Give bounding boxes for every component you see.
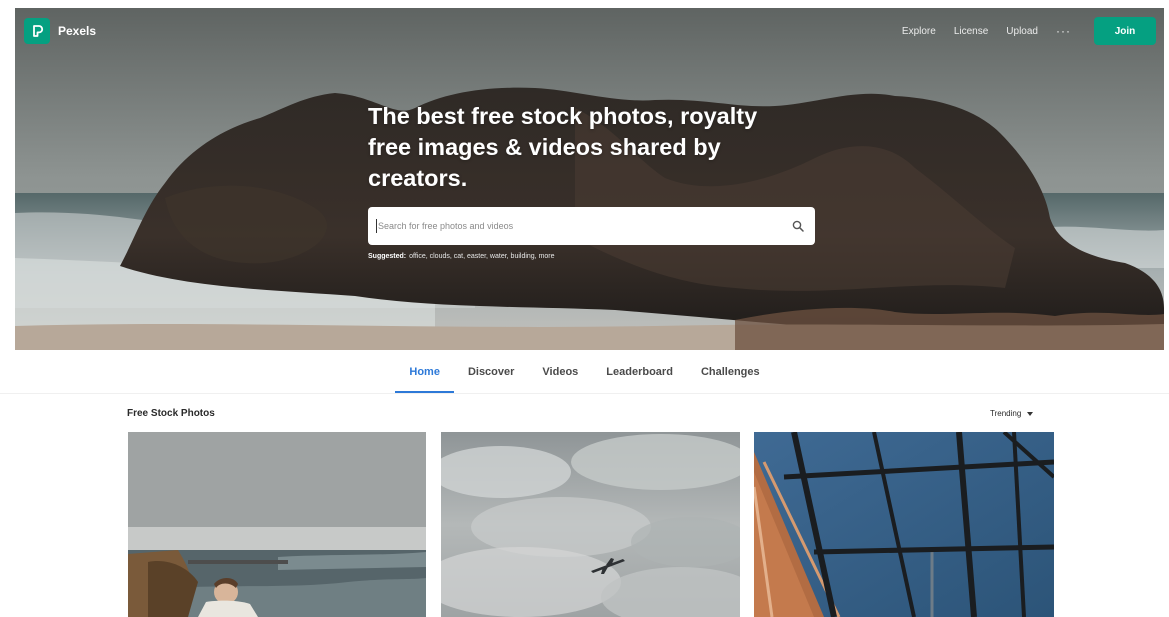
search-bar[interactable] — [368, 207, 815, 245]
brand-logo[interactable]: Pexels — [24, 18, 96, 44]
main-tabs: Home Discover Videos Leaderboard Challen… — [0, 350, 1169, 394]
tab-challenges[interactable]: Challenges — [687, 350, 774, 394]
brand-name: Pexels — [58, 24, 97, 38]
suggested-searches: Suggested: office, clouds, cat, easter, … — [368, 253, 828, 260]
suggested-terms[interactable]: office, clouds, cat, easter, water, buil… — [409, 253, 554, 260]
nav-explore-link[interactable]: Explore — [902, 26, 936, 37]
section-title: Free Stock Photos — [127, 408, 215, 419]
join-button[interactable]: Join — [1094, 17, 1156, 45]
photo-card[interactable] — [128, 432, 426, 617]
search-icon[interactable] — [791, 219, 805, 233]
photo-card[interactable] — [754, 432, 1054, 617]
sort-dropdown-label: Trending — [990, 409, 1022, 418]
top-navigation-bar: Pexels Explore License Upload ··· Join — [15, 8, 1164, 54]
header-nav: Explore License Upload ··· Join — [902, 17, 1156, 45]
hero-banner: Pexels Explore License Upload ··· Join T… — [15, 8, 1164, 350]
nav-license-link[interactable]: License — [954, 26, 988, 37]
tab-videos[interactable]: Videos — [528, 350, 592, 394]
more-menu-button[interactable]: ··· — [1056, 24, 1071, 38]
hero-title: The best free stock photos, royalty free… — [368, 103, 758, 191]
chevron-down-icon — [1027, 411, 1034, 416]
photo-airplane-clouds — [441, 432, 740, 617]
hero-content: The best free stock photos, royalty free… — [368, 101, 828, 260]
text-cursor — [376, 219, 377, 233]
photo-card[interactable] — [441, 432, 740, 617]
search-input[interactable] — [378, 221, 791, 231]
tab-discover[interactable]: Discover — [454, 350, 528, 394]
tabs-divider — [0, 393, 1169, 394]
suggested-label: Suggested: — [368, 253, 407, 260]
tab-leaderboard[interactable]: Leaderboard — [592, 350, 687, 394]
tab-home[interactable]: Home — [395, 350, 454, 394]
photo-seashore-man — [128, 432, 426, 617]
nav-upload-link[interactable]: Upload — [1006, 26, 1038, 37]
sort-dropdown[interactable]: Trending — [990, 409, 1034, 418]
pexels-logo-icon — [24, 18, 50, 44]
photo-window-building — [754, 432, 1054, 617]
